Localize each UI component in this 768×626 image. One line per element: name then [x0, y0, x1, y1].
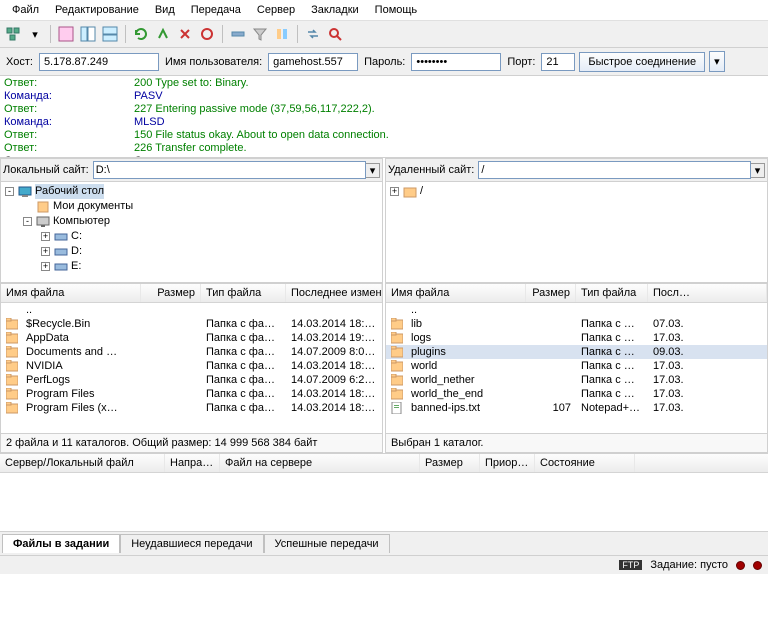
toolbar: ▾ — [0, 20, 768, 48]
file-row[interactable]: PerfLogsПапка с файл…14.07.2009 6:20:08 — [1, 373, 382, 387]
tree-item[interactable]: +C: — [5, 229, 378, 244]
queue-col[interactable]: Приор… — [480, 454, 535, 472]
pass-input[interactable] — [411, 53, 501, 71]
remote-tree[interactable]: +/ — [386, 182, 767, 282]
col-size[interactable]: Размер — [526, 284, 576, 302]
sitemanager-icon[interactable] — [2, 23, 24, 45]
file-row[interactable]: logsПапка с ф…17.03. — [386, 331, 767, 345]
file-row[interactable]: Program FilesПапка с файл…14.03.2014 18:… — [1, 387, 382, 401]
local-pane: Локальный сайт: ▾ -Рабочий столМои докум… — [0, 158, 383, 283]
toggle-tree-icon[interactable] — [77, 23, 99, 45]
col-name[interactable]: Имя файла — [1, 284, 141, 302]
queue-col[interactable]: Файл на сервере — [220, 454, 420, 472]
remote-path-dropdown[interactable]: ▾ — [751, 163, 765, 178]
refresh-icon[interactable] — [130, 23, 152, 45]
menubar: ФайлРедактированиеВидПередачаСерверЗакла… — [0, 0, 768, 20]
host-input[interactable] — [39, 53, 159, 71]
reconnect-icon[interactable] — [227, 23, 249, 45]
tree-item[interactable]: -Рабочий стол — [5, 184, 378, 199]
remote-status: Выбран 1 каталог. — [386, 433, 767, 452]
remote-path-input[interactable] — [478, 161, 751, 179]
compare-icon[interactable] — [271, 23, 293, 45]
toggle-queue-icon[interactable] — [99, 23, 121, 45]
port-input[interactable] — [541, 53, 575, 71]
col-mod[interactable]: Посл… — [648, 284, 767, 302]
local-path-input[interactable] — [93, 161, 366, 179]
file-row[interactable]: world_netherПапка с ф…17.03. — [386, 373, 767, 387]
local-tree[interactable]: -Рабочий столМои документы-Компьютер+C:+… — [1, 182, 382, 282]
tree-item[interactable]: +D: — [5, 244, 378, 259]
queue-status: Задание: пусто — [650, 559, 728, 571]
statusbar: FTP Задание: пусто — [0, 555, 768, 574]
tree-item[interactable]: +/ — [390, 184, 763, 199]
col-type[interactable]: Тип файла — [201, 284, 286, 302]
queue-col[interactable]: Напра… — [165, 454, 220, 472]
file-row[interactable]: pluginsПапка с ф…09.03. — [386, 345, 767, 359]
menu-закладки[interactable]: Закладки — [303, 2, 367, 18]
menu-вид[interactable]: Вид — [147, 2, 183, 18]
menu-файл[interactable]: Файл — [4, 2, 47, 18]
file-row[interactable]: Documents and …Папка с файл…14.07.2009 8… — [1, 345, 382, 359]
pass-label: Пароль: — [362, 56, 407, 68]
tree-item[interactable]: +E: — [5, 259, 378, 274]
file-row[interactable]: libПапка с ф…07.03. — [386, 317, 767, 331]
remote-pane: Удаленный сайт: ▾ +/ — [385, 158, 768, 283]
col-size[interactable]: Размер — [141, 284, 201, 302]
local-site-label: Локальный сайт: — [3, 164, 89, 176]
quickconnect-button[interactable]: Быстрое соединение — [579, 52, 705, 72]
port-label: Порт: — [505, 56, 537, 68]
toggle-log-icon[interactable] — [55, 23, 77, 45]
col-mod[interactable]: Последнее измен… — [286, 284, 382, 302]
message-log[interactable]: Ответ:200 Type set to: Binary.Команда:PA… — [0, 76, 768, 158]
local-path-dropdown[interactable]: ▾ — [366, 163, 380, 178]
queue-tab[interactable]: Файлы в задании — [2, 534, 120, 553]
user-input[interactable] — [268, 53, 358, 71]
quickconnect-dropdown[interactable]: ▾ — [709, 51, 725, 72]
remote-site-label: Удаленный сайт: — [388, 164, 474, 176]
menu-передача[interactable]: Передача — [183, 2, 249, 18]
queue-col[interactable]: Сервер/Локальный файл — [0, 454, 165, 472]
queue-col[interactable]: Размер — [420, 454, 480, 472]
file-row[interactable]: NVIDIAПапка с файл…14.03.2014 18:50:18 — [1, 359, 382, 373]
queue-tab[interactable]: Неудавшиеся передачи — [120, 534, 263, 553]
queue-tabs: Файлы в заданииНеудавшиеся передачиУспеш… — [0, 531, 768, 555]
file-row[interactable]: worldПапка с ф…17.03. — [386, 359, 767, 373]
file-row[interactable]: banned-ips.txt107Notepad+…17.03. — [386, 401, 767, 415]
host-label: Хост: — [4, 56, 35, 68]
menu-помощь[interactable]: Помощь — [367, 2, 426, 18]
file-row[interactable]: $Recycle.BinПапка с файл…14.03.2014 18:3… — [1, 317, 382, 331]
col-type[interactable]: Тип файла — [576, 284, 648, 302]
file-row[interactable]: AppDataПапка с файл…14.03.2014 19:12:49 — [1, 331, 382, 345]
tree-item[interactable]: -Компьютер — [5, 214, 378, 229]
file-row[interactable]: world_the_endПапка с ф…17.03. — [386, 387, 767, 401]
quickconnect-bar: Хост: Имя пользователя: Пароль: Порт: Бы… — [0, 48, 768, 76]
disconnect-icon[interactable] — [196, 23, 218, 45]
transfer-queue: Сервер/Локальный файлНапра…Файл на серве… — [0, 453, 768, 531]
process-icon[interactable] — [152, 23, 174, 45]
file-row[interactable]: .. — [386, 303, 767, 317]
sync-icon[interactable] — [302, 23, 324, 45]
file-row[interactable]: .. — [1, 303, 382, 317]
activity-indicator-icon — [736, 561, 745, 570]
queue-tab[interactable]: Успешные передачи — [264, 534, 390, 553]
file-row[interactable]: Program Files (x…Папка с файл…14.03.2014… — [1, 401, 382, 415]
local-files: Имя файла Размер Тип файла Последнее изм… — [0, 283, 383, 453]
ftp-indicator-icon: FTP — [619, 560, 642, 570]
activity-indicator-icon — [753, 561, 762, 570]
filter-icon[interactable] — [249, 23, 271, 45]
menu-редактирование[interactable]: Редактирование — [47, 2, 147, 18]
user-label: Имя пользователя: — [163, 56, 264, 68]
tree-item[interactable]: Мои документы — [5, 199, 378, 214]
dropdown-icon[interactable]: ▾ — [24, 23, 46, 45]
menu-сервер[interactable]: Сервер — [249, 2, 303, 18]
cancel-icon[interactable] — [174, 23, 196, 45]
queue-col[interactable]: Состояние — [535, 454, 635, 472]
col-name[interactable]: Имя файла — [386, 284, 526, 302]
search-icon[interactable] — [324, 23, 346, 45]
local-status: 2 файла и 11 каталогов. Общий размер: 14… — [1, 433, 382, 452]
remote-files: Имя файла Размер Тип файла Посл… ..libПа… — [385, 283, 768, 453]
